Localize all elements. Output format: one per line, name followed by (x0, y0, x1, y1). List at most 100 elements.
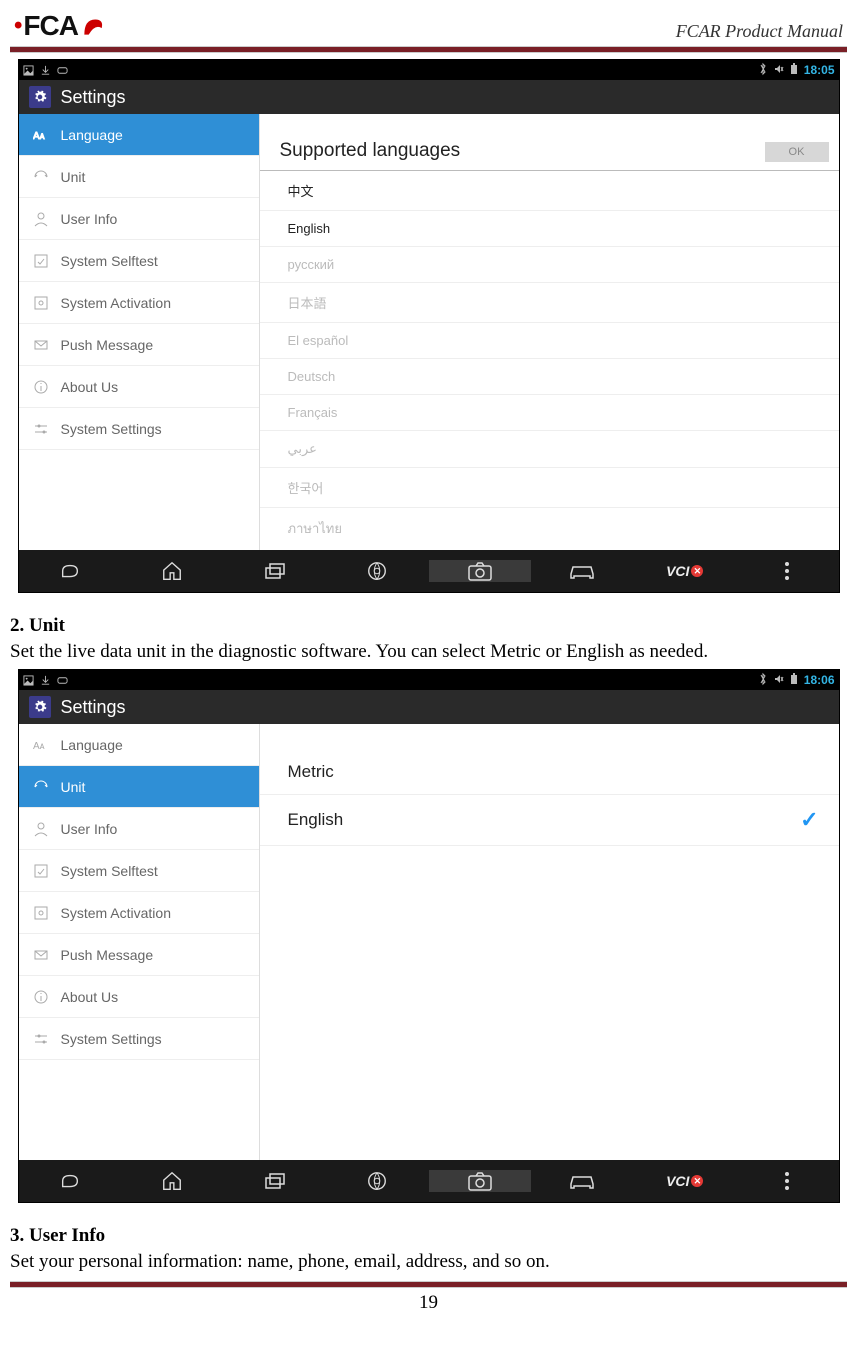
nav-car[interactable] (531, 562, 634, 580)
lang-item-th: ภาษาไทย (260, 508, 839, 549)
mute-icon (774, 674, 784, 687)
status-bar: 18:06 (19, 670, 839, 690)
sidebar-label: About Us (61, 989, 119, 1005)
nav-home[interactable] (121, 1170, 224, 1192)
supported-languages-title: Supported languages (280, 140, 461, 162)
mute-icon (774, 64, 784, 77)
sidebar-item-system-settings[interactable]: System Settings (19, 408, 259, 450)
section-2-title: 2. Unit (10, 615, 847, 637)
sidebar-item-language[interactable]: Aᴀ Language (19, 724, 259, 766)
nav-vci[interactable]: VCI✕ (634, 1173, 737, 1189)
bluetooth-icon (758, 672, 768, 689)
nav-browser[interactable] (326, 1170, 429, 1192)
title-bar: Settings (19, 80, 839, 114)
nav-browser[interactable] (326, 560, 429, 582)
lang-item-de: Deutsch (260, 359, 839, 395)
settings-app-icon (29, 696, 51, 718)
sidebar-label: Unit (61, 779, 86, 795)
sidebar-item-activation[interactable]: System Activation (19, 282, 259, 324)
unit-icon (33, 779, 49, 795)
message-icon (33, 947, 49, 963)
nav-camera[interactable] (429, 560, 532, 582)
sidebar-item-push[interactable]: Push Message (19, 324, 259, 366)
info-icon (33, 989, 49, 1005)
nav-back[interactable] (19, 560, 122, 582)
sidebar-label: System Settings (61, 1031, 162, 1047)
user-icon (33, 821, 49, 837)
sidebar-item-selftest[interactable]: System Selftest (19, 850, 259, 892)
settings-sidebar: Aᴀ Language Unit User Info System Selfte… (19, 724, 260, 1160)
sidebar-item-about[interactable]: About Us (19, 366, 259, 408)
sidebar-label: System Activation (61, 905, 172, 921)
unit-icon (33, 169, 49, 185)
titlebar-title: Settings (61, 697, 126, 718)
unit-label: English (288, 810, 344, 830)
lang-item-fr: Français (260, 395, 839, 431)
nav-back[interactable] (19, 1170, 122, 1192)
sidebar-label: System Settings (61, 421, 162, 437)
info-icon (33, 379, 49, 395)
bluetooth-icon (758, 62, 768, 79)
language-icon: Aᴀ (33, 737, 49, 753)
nav-recent[interactable] (224, 1171, 327, 1191)
sidebar-item-unit[interactable]: Unit (19, 766, 259, 808)
language-list: 中文 English русский 日本語 El español Deutsc… (260, 171, 839, 549)
section-3-text: Set your personal information: name, pho… (10, 1251, 847, 1273)
ok-button[interactable]: OK (765, 142, 829, 162)
lang-item-zh[interactable]: 中文 (260, 171, 839, 211)
settings-app-icon (29, 86, 51, 108)
nav-recent[interactable] (224, 561, 327, 581)
header-divider (10, 46, 847, 53)
sidebar-item-selftest[interactable]: System Selftest (19, 240, 259, 282)
nav-camera[interactable] (429, 1170, 532, 1192)
sidebar-label: About Us (61, 379, 119, 395)
sidebar-item-language[interactable]: Aᴀ Language (19, 114, 259, 156)
vci-error-badge: ✕ (691, 1175, 703, 1187)
nav-vci[interactable]: VCI✕ (634, 563, 737, 579)
activation-icon (33, 905, 49, 921)
sidebar-item-user-info[interactable]: User Info (19, 198, 259, 240)
battery-icon (790, 63, 798, 78)
selftest-icon (33, 863, 49, 879)
status-download-icon (40, 65, 51, 76)
battery-icon (790, 673, 798, 688)
sidebar-item-unit[interactable]: Unit (19, 156, 259, 198)
unit-label: Metric (288, 762, 334, 782)
user-icon (33, 211, 49, 227)
activation-icon (33, 295, 49, 311)
svg-text:Aᴀ: Aᴀ (33, 131, 45, 142)
screenshot-language: 18:05 Settings Aᴀ Language Unit User Inf… (18, 59, 840, 593)
sidebar-item-system-settings[interactable]: System Settings (19, 1018, 259, 1060)
lang-item-ru: русский (260, 247, 839, 283)
bottom-nav: VCI✕ (19, 1160, 839, 1202)
footer-divider (10, 1281, 847, 1288)
settings-sidebar: Aᴀ Language Unit User Info System Selfte… (19, 114, 260, 550)
status-download-icon (40, 675, 51, 686)
doc-header-title: FCAR Product Manual (676, 21, 843, 42)
sidebar-item-user-info[interactable]: User Info (19, 808, 259, 850)
nav-menu[interactable] (736, 561, 839, 581)
sidebar-item-activation[interactable]: System Activation (19, 892, 259, 934)
bottom-nav: VCI✕ (19, 550, 839, 592)
sliders-icon (33, 1031, 49, 1047)
sidebar-item-push[interactable]: Push Message (19, 934, 259, 976)
svg-text:Aᴀ: Aᴀ (33, 741, 45, 752)
sidebar-label: System Activation (61, 295, 172, 311)
vci-error-badge: ✕ (691, 565, 703, 577)
sidebar-label: Language (61, 737, 123, 753)
nav-menu[interactable] (736, 1171, 839, 1191)
lang-item-en[interactable]: English (260, 211, 839, 247)
unit-option-english[interactable]: English ✓ (260, 795, 839, 846)
sidebar-label: System Selftest (61, 863, 158, 879)
lang-item-ar: عربي (260, 431, 839, 468)
nav-home[interactable] (121, 560, 224, 582)
unit-option-metric[interactable]: Metric (260, 750, 839, 795)
titlebar-title: Settings (61, 87, 126, 108)
nav-car[interactable] (531, 1172, 634, 1190)
sidebar-item-about[interactable]: About Us (19, 976, 259, 1018)
title-bar: Settings (19, 690, 839, 724)
language-icon: Aᴀ (33, 127, 49, 143)
status-image-icon (23, 65, 34, 76)
section-2-text: Set the live data unit in the diagnostic… (10, 641, 847, 663)
status-usb-icon (57, 65, 68, 76)
